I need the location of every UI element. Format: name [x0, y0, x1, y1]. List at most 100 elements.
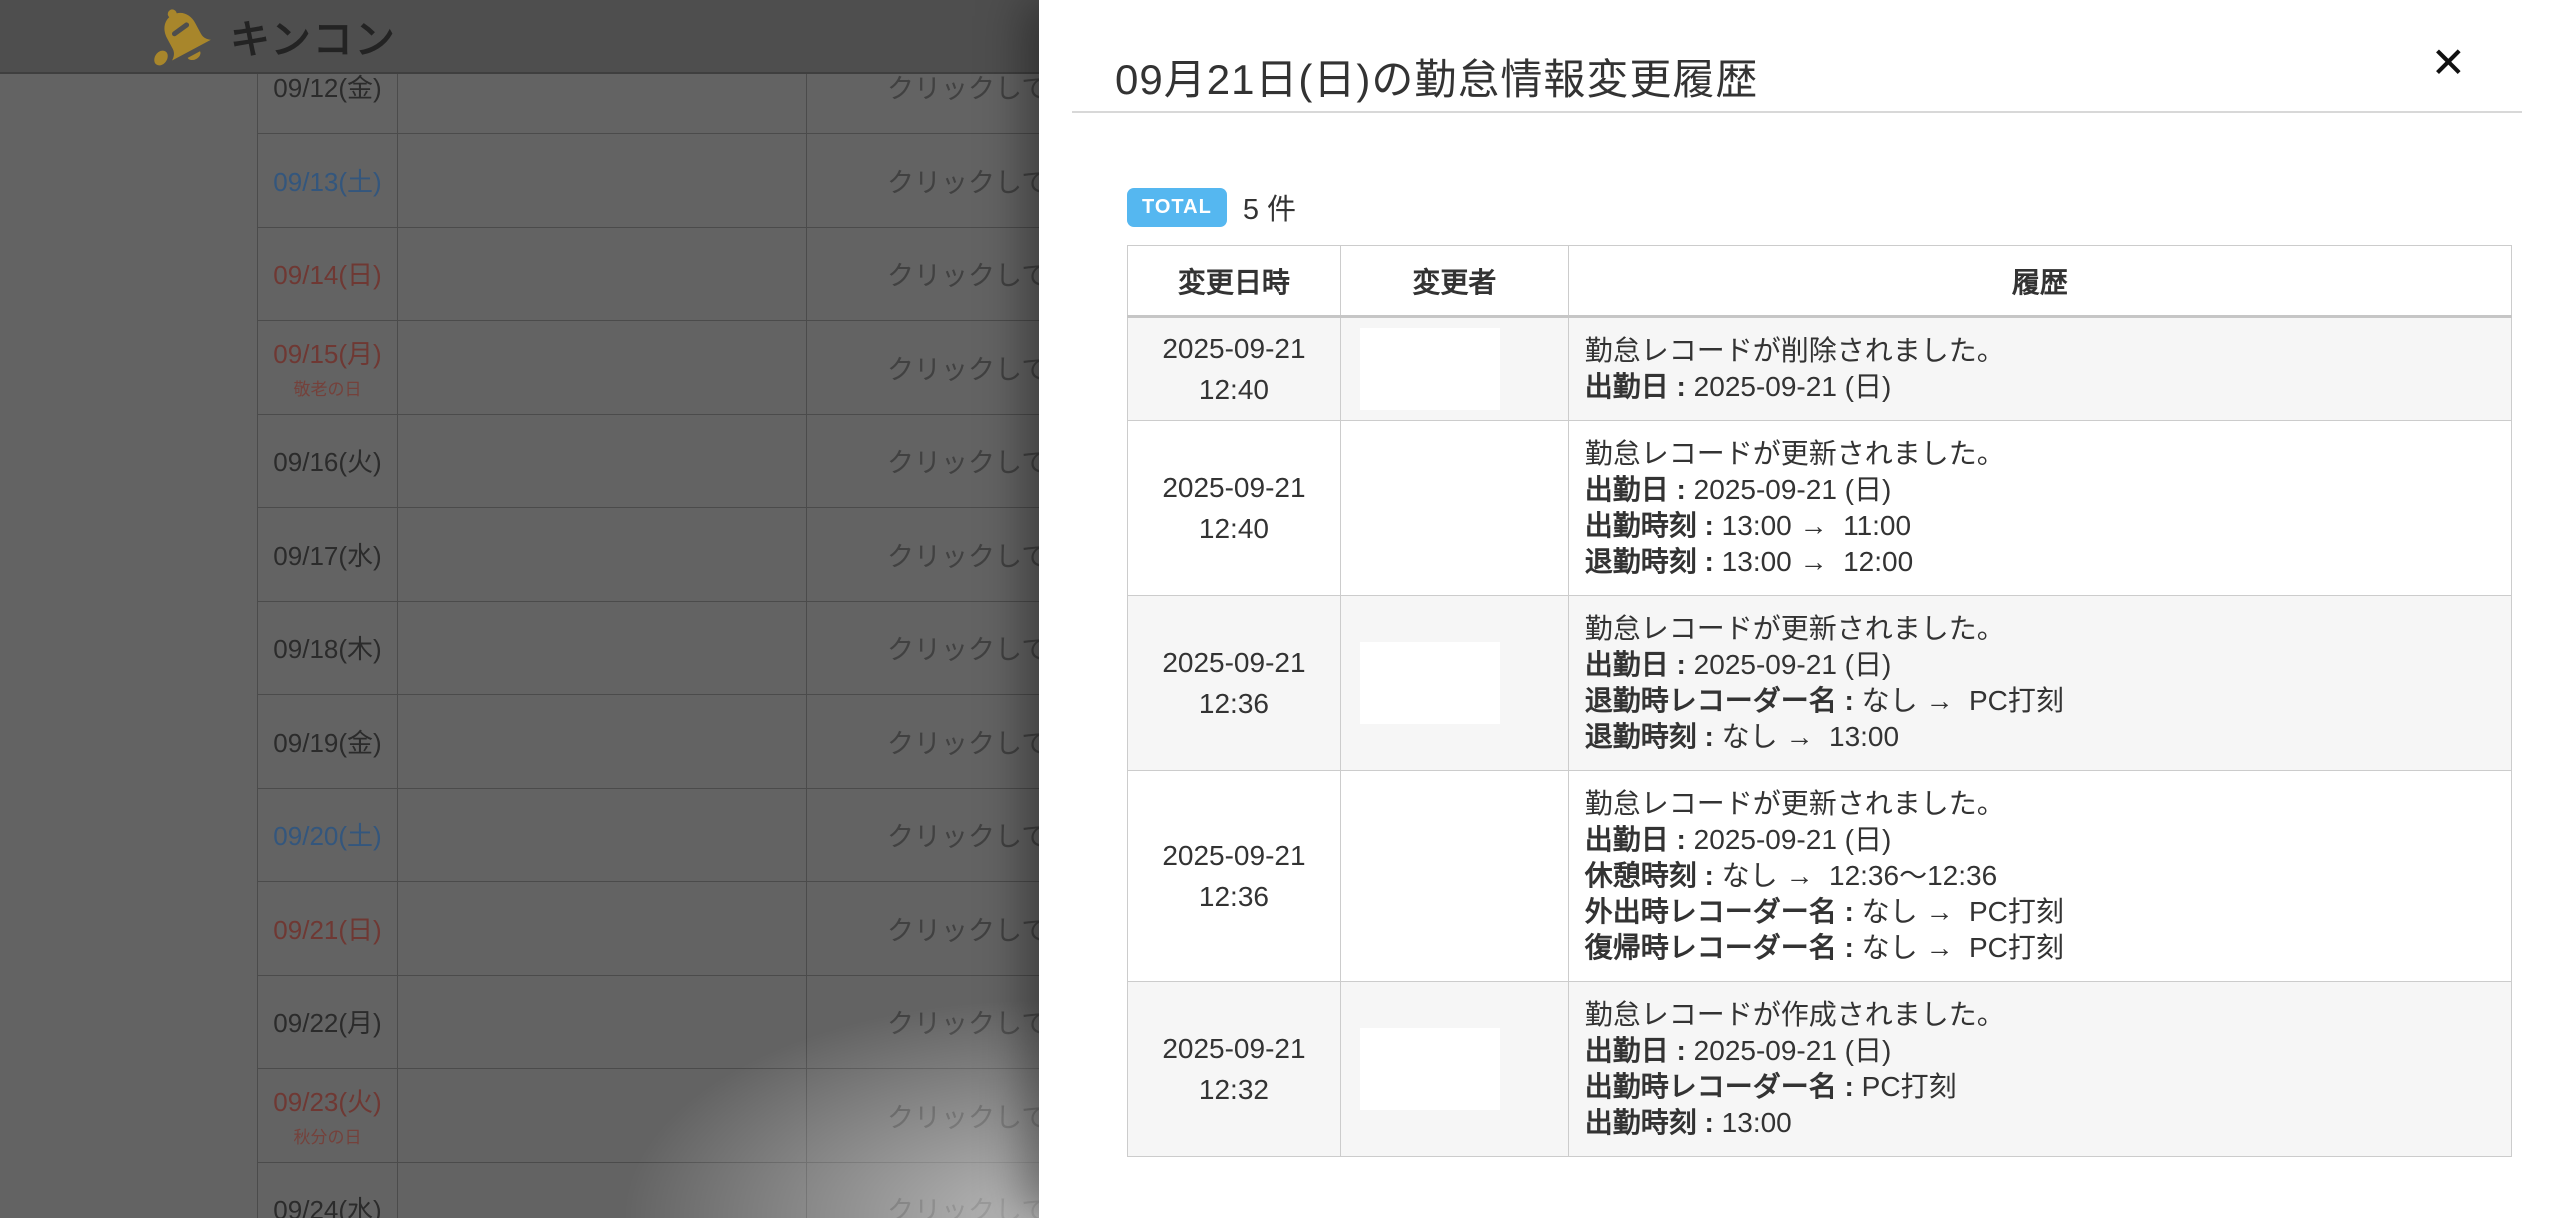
calendar-date-cell[interactable]: 09/13(土)	[258, 134, 398, 227]
header-change-datetime: 変更日時	[1128, 246, 1341, 317]
history-message: 勤怠レコードが削除されました。	[1585, 333, 2495, 369]
click-to-enter-label[interactable]: クリックして	[887, 441, 1048, 480]
history-field-line: 退勤時刻 : 13:00 → 12:00	[1585, 544, 2495, 580]
calendar-date-label[interactable]: 09/20(土)	[273, 816, 381, 853]
history-row: 2025-09-2112:36 勤怠レコードが更新されました。出勤日 : 2025…	[1128, 596, 2512, 771]
calendar-stamp-cell[interactable]	[398, 882, 807, 975]
total-count: 5 件	[1243, 186, 1296, 228]
change-datetime-cell: 2025-09-2112:32	[1128, 982, 1341, 1157]
attendance-history-modal: 09月21日(日)の勤怠情報変更履歴 ✕ TOTAL 5 件 変更日時 変更者 …	[1039, 0, 2560, 1218]
history-field-line: 出勤日 : 2025-09-21 (日)	[1585, 822, 2495, 858]
calendar-stamp-cell[interactable]	[398, 508, 807, 601]
calendar-stamp-cell[interactable]	[398, 415, 807, 508]
calendar-date-label[interactable]: 09/13(土)	[273, 162, 381, 199]
title-divider	[1072, 111, 2522, 113]
click-to-enter-label[interactable]: クリックして	[887, 348, 1048, 387]
calendar-date-label[interactable]: 09/15(月)	[273, 334, 381, 371]
click-to-enter-label[interactable]: クリックして	[887, 909, 1048, 948]
calendar-stamp-cell[interactable]	[398, 134, 807, 227]
click-to-enter-label[interactable]: クリックして	[887, 254, 1048, 293]
changer-name-redacted	[1360, 642, 1500, 724]
total-badge: TOTAL	[1127, 188, 1227, 227]
calendar-date-label[interactable]: 09/22(月)	[273, 1003, 381, 1040]
history-field-line: 出勤日 : 2025-09-21 (日)	[1585, 1033, 2495, 1069]
changer-name-redacted	[1360, 835, 1500, 917]
history-header-row: 変更日時 変更者 履歴	[1128, 246, 2512, 317]
calendar-date-label[interactable]: 09/18(木)	[273, 629, 381, 666]
click-to-enter-label[interactable]: クリックして	[887, 628, 1048, 667]
changer-cell	[1340, 982, 1568, 1157]
calendar-date-label[interactable]: 09/16(火)	[273, 442, 381, 479]
click-to-enter-label[interactable]: クリックして	[887, 161, 1048, 200]
history-message: 勤怠レコードが更新されました。	[1585, 786, 2495, 822]
calendar-date-cell[interactable]: 09/14(日)	[258, 228, 398, 321]
calendar-date-cell[interactable]: 09/18(木)	[258, 602, 398, 695]
calendar-stamp-cell[interactable]	[398, 602, 807, 695]
history-field-line: 出勤時刻 : 13:00 → 11:00	[1585, 508, 2495, 544]
changer-name-redacted	[1360, 467, 1500, 549]
calendar-date-cell[interactable]: 09/17(水)	[258, 508, 398, 601]
calendar-date-cell[interactable]: 09/22(月)	[258, 976, 398, 1069]
history-field-line: 出勤時刻 : 13:00	[1585, 1105, 2495, 1141]
history-detail-cell: 勤怠レコードが作成されました。出勤日 : 2025-09-21 (日)出勤時レコ…	[1568, 982, 2511, 1157]
holiday-label: 秋分の日	[294, 1123, 362, 1148]
change-history-table: 変更日時 変更者 履歴 2025-09-2112:40 勤怠レコードが削除されまし…	[1127, 245, 2512, 1157]
calendar-date-cell[interactable]: 09/16(火)	[258, 415, 398, 508]
close-icon[interactable]: ✕	[2431, 42, 2466, 84]
click-to-enter-label[interactable]: クリックして	[887, 815, 1048, 854]
calendar-date-cell[interactable]: 09/20(土)	[258, 789, 398, 882]
history-field-line: 出勤日 : 2025-09-21 (日)	[1585, 472, 2495, 508]
calendar-date-cell[interactable]: 09/23(火) 秋分の日	[258, 1069, 398, 1162]
change-datetime-cell: 2025-09-2112:36	[1128, 596, 1341, 771]
calendar-stamp-cell[interactable]	[398, 695, 807, 788]
calendar-stamp-cell[interactable]	[398, 228, 807, 321]
calendar-date-cell[interactable]: 09/24(水)	[258, 1163, 398, 1218]
header-changer: 変更者	[1340, 246, 1568, 317]
changer-cell	[1340, 317, 1568, 421]
calendar-date-cell[interactable]: 09/15(月) 敬老の日	[258, 321, 398, 414]
history-field-line: 出勤時レコーダー名 : PC打刻	[1585, 1069, 2495, 1105]
calendar-stamp-cell[interactable]	[398, 321, 807, 414]
calendar-date-label[interactable]: 09/17(水)	[273, 536, 381, 573]
modal-edge-glow	[619, 998, 1039, 1218]
change-datetime-cell: 2025-09-2112:36	[1128, 771, 1341, 982]
history-detail-cell: 勤怠レコードが削除されました。出勤日 : 2025-09-21 (日)	[1568, 317, 2511, 421]
screen: 09/12(金)クリックして09/13(土)クリックして09/14(日)クリック…	[0, 0, 2560, 1218]
calendar-date-label[interactable]: 09/24(水)	[273, 1190, 381, 1218]
calendar-date-label[interactable]: 09/19(金)	[273, 723, 381, 760]
calendar-date-label[interactable]: 09/14(日)	[273, 255, 381, 292]
history-detail-cell: 勤怠レコードが更新されました。出勤日 : 2025-09-21 (日)休憩時刻 …	[1568, 771, 2511, 982]
history-detail-cell: 勤怠レコードが更新されました。出勤日 : 2025-09-21 (日)退勤時レコ…	[1568, 596, 2511, 771]
bell-icon	[148, 6, 220, 66]
click-to-enter-label[interactable]: クリックして	[887, 535, 1048, 574]
changer-name-redacted	[1360, 1028, 1500, 1110]
history-row: 2025-09-2112:32 勤怠レコードが作成されました。出勤日 : 2025…	[1128, 982, 2512, 1157]
kincone-logo[interactable]: キンコン	[148, 6, 397, 66]
history-message: 勤怠レコードが作成されました。	[1585, 997, 2495, 1033]
calendar-date-cell[interactable]: 09/21(日)	[258, 882, 398, 975]
calendar-date-cell[interactable]: 09/19(金)	[258, 695, 398, 788]
history-message: 勤怠レコードが更新されました。	[1585, 436, 2495, 472]
history-field-line: 復帰時レコーダー名 : なし → PC打刻	[1585, 930, 2495, 966]
changer-cell	[1340, 421, 1568, 596]
history-detail-cell: 勤怠レコードが更新されました。出勤日 : 2025-09-21 (日)出勤時刻 …	[1568, 421, 2511, 596]
click-to-enter-label[interactable]: クリックして	[887, 722, 1048, 761]
change-datetime-cell: 2025-09-2112:40	[1128, 421, 1341, 596]
modal-title: 09月21日(日)の勤怠情報変更履歴	[1115, 46, 1758, 107]
history-field-line: 外出時レコーダー名 : なし → PC打刻	[1585, 894, 2495, 930]
total-summary: TOTAL 5 件	[1127, 186, 1296, 228]
calendar-date-label[interactable]: 09/21(日)	[273, 910, 381, 947]
history-row: 2025-09-2112:36 勤怠レコードが更新されました。出勤日 : 2025…	[1128, 771, 2512, 982]
history-field-line: 出勤日 : 2025-09-21 (日)	[1585, 647, 2495, 683]
logo-text: キンコン	[230, 7, 397, 65]
calendar-date-label[interactable]: 09/23(火)	[273, 1082, 381, 1119]
history-row: 2025-09-2112:40 勤怠レコードが削除されました。出勤日 : 2025…	[1128, 317, 2512, 421]
changer-cell	[1340, 771, 1568, 982]
history-field-line: 退勤時刻 : なし → 13:00	[1585, 719, 2495, 755]
history-field-line: 休憩時刻 : なし → 12:36〜12:36	[1585, 858, 2495, 894]
history-message: 勤怠レコードが更新されました。	[1585, 611, 2495, 647]
calendar-stamp-cell[interactable]	[398, 789, 807, 882]
holiday-label: 敬老の日	[294, 375, 362, 400]
changer-cell	[1340, 596, 1568, 771]
change-datetime-cell: 2025-09-2112:40	[1128, 317, 1341, 421]
